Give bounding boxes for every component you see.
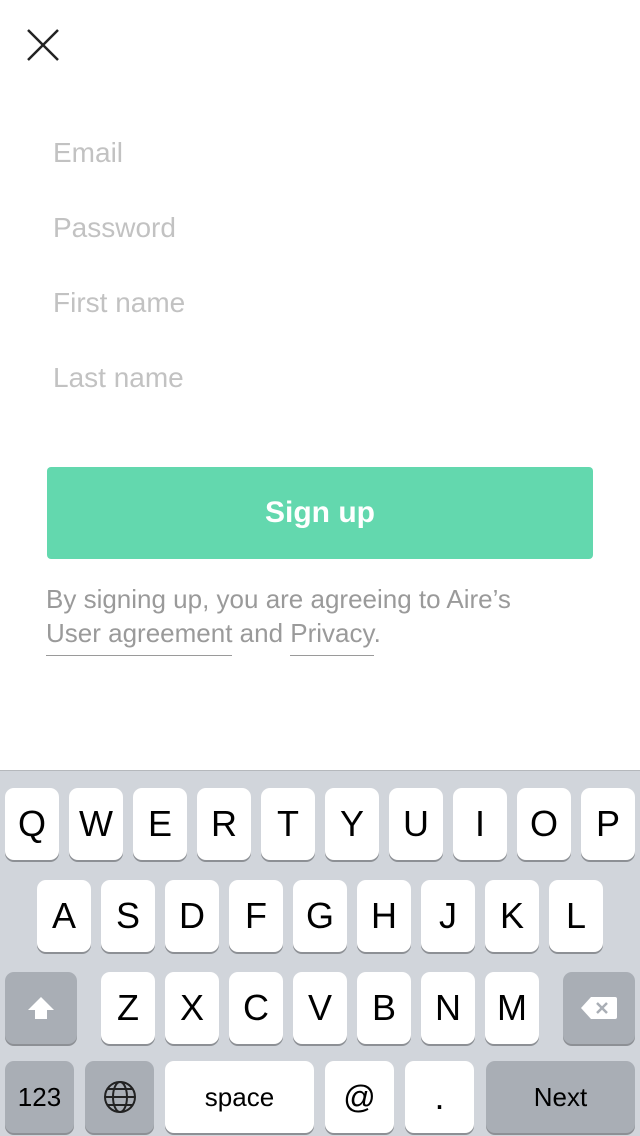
terms-prefix: By signing up, you are agreeing to Aire’… — [46, 584, 511, 614]
numbers-key[interactable]: 123 — [5, 1061, 74, 1133]
key-c[interactable]: C — [229, 972, 283, 1044]
key-r[interactable]: R — [197, 788, 251, 860]
terms-suffix: . — [373, 618, 381, 648]
globe-icon — [103, 1081, 136, 1113]
terms-and: and — [239, 618, 284, 648]
key-d[interactable]: D — [165, 880, 219, 952]
key-k[interactable]: K — [485, 880, 539, 952]
at-key[interactable]: @ — [325, 1061, 394, 1133]
key-y[interactable]: Y — [325, 788, 379, 860]
key-x[interactable]: X — [165, 972, 219, 1044]
key-e[interactable]: E — [133, 788, 187, 860]
privacy-link[interactable]: Privacy — [290, 618, 374, 656]
space-key[interactable]: space — [165, 1061, 314, 1133]
next-key[interactable]: Next — [486, 1061, 635, 1133]
key-n[interactable]: N — [421, 972, 475, 1044]
delete-key[interactable] — [563, 972, 635, 1044]
close-button[interactable] — [22, 24, 64, 66]
delete-icon — [581, 997, 617, 1019]
password-field[interactable] — [53, 203, 593, 253]
key-v[interactable]: V — [293, 972, 347, 1044]
key-a[interactable]: A — [37, 880, 91, 952]
shift-icon — [28, 997, 54, 1019]
key-i[interactable]: I — [453, 788, 507, 860]
key-j[interactable]: J — [421, 880, 475, 952]
key-t[interactable]: T — [261, 788, 315, 860]
key-g[interactable]: G — [293, 880, 347, 952]
last-name-field[interactable] — [53, 353, 593, 403]
key-f[interactable]: F — [229, 880, 283, 952]
terms-text: By signing up, you are agreeing to Aire’… — [46, 582, 606, 656]
period-key[interactable]: . — [405, 1061, 474, 1133]
key-m[interactable]: M — [485, 972, 539, 1044]
sign-up-button[interactable]: Sign up — [47, 467, 593, 559]
key-l[interactable]: L — [549, 880, 603, 952]
key-h[interactable]: H — [357, 880, 411, 952]
key-b[interactable]: B — [357, 972, 411, 1044]
key-s[interactable]: S — [101, 880, 155, 952]
key-q[interactable]: Q — [5, 788, 59, 860]
first-name-field[interactable] — [53, 278, 593, 328]
globe-key[interactable] — [85, 1061, 154, 1133]
key-z[interactable]: Z — [101, 972, 155, 1044]
keyboard: Q W E R T Y U I O P A S D F G H J K L Z … — [0, 770, 640, 1136]
email-field[interactable] — [53, 128, 593, 178]
key-o[interactable]: O — [517, 788, 571, 860]
user-agreement-link[interactable]: User agreement — [46, 618, 233, 656]
key-p[interactable]: P — [581, 788, 635, 860]
key-w[interactable]: W — [69, 788, 123, 860]
close-icon — [27, 29, 59, 61]
shift-key[interactable] — [5, 972, 77, 1044]
key-u[interactable]: U — [389, 788, 443, 860]
